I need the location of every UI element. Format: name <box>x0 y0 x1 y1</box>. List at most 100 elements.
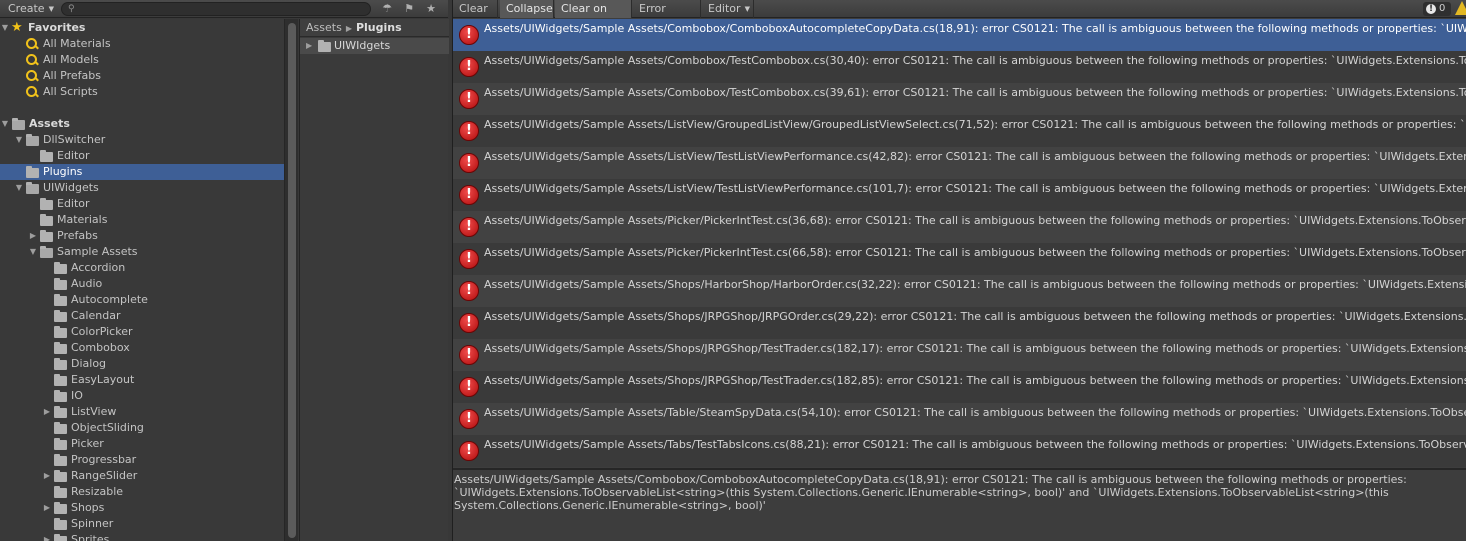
tree-item[interactable]: ▼ DllSwitcher <box>0 132 284 148</box>
error-count-toggle[interactable]: 0 <box>1423 2 1451 16</box>
tree-item[interactable]: Audio <box>0 276 284 292</box>
log-entry[interactable]: Assets/UIWidgets/Sample Assets/Tabs/Test… <box>453 435 1466 467</box>
folder-icon <box>54 486 67 498</box>
error-icon <box>459 57 479 77</box>
tree-item-label: Editor <box>57 197 90 210</box>
tree-scrollbar[interactable] <box>284 19 298 541</box>
clear-on-play-toggle[interactable]: Clear on Play <box>555 0 632 33</box>
tree-item[interactable]: Resizable <box>0 484 284 500</box>
tree-item[interactable]: IO <box>0 388 284 404</box>
tree-item[interactable]: Calendar <box>0 308 284 324</box>
log-entry-text: Assets/UIWidgets/Sample Assets/Shops/JRP… <box>484 342 1466 355</box>
log-entry-text: Assets/UIWidgets/Sample Assets/ListView/… <box>484 182 1466 195</box>
tree-item[interactable]: ▼ Sample Assets <box>0 244 284 260</box>
editor-dropdown[interactable]: Editor ▼ <box>702 0 754 18</box>
tree-item[interactable]: Editor <box>0 196 284 212</box>
tree-item[interactable]: Picker <box>0 436 284 452</box>
caret-right-icon[interactable]: ▶ <box>42 404 52 420</box>
tree-item[interactable]: ▶ Sprites <box>0 532 284 541</box>
tree-item[interactable]: All Scripts <box>0 84 284 100</box>
folder-icon <box>54 342 67 354</box>
tree-item[interactable]: Materials <box>0 212 284 228</box>
tree-item[interactable]: ▼ ★ Favorites <box>0 20 284 36</box>
collapse-label: Collapse <box>506 2 553 15</box>
log-entry[interactable]: Assets/UIWidgets/Sample Assets/Shops/JRP… <box>453 339 1466 371</box>
error-icon <box>459 281 479 301</box>
tree-item[interactable]: ColorPicker <box>0 324 284 340</box>
tree-item[interactable]: ▶ Prefabs <box>0 228 284 244</box>
caret-down-icon[interactable]: ▼ <box>28 244 38 260</box>
tree-item[interactable]: Editor <box>0 148 284 164</box>
project-folder-tree: ▼ ★ Favorites All Materials All Models All Pr… <box>0 19 284 541</box>
search-by-type-icon[interactable]: ☂ <box>378 1 396 17</box>
tree-scrollbar-thumb[interactable] <box>288 23 296 538</box>
log-entry[interactable]: Assets/UIWidgets/Sample Assets/Combobox/… <box>453 83 1466 115</box>
clear-button[interactable]: Clear <box>453 0 498 18</box>
log-entry[interactable]: Assets/UIWidgets/Sample Assets/Shops/JRP… <box>453 371 1466 403</box>
caret-right-icon[interactable]: ▶ <box>42 468 52 484</box>
tree-item[interactable]: Dialog <box>0 356 284 372</box>
caret-right-icon[interactable]: ▶ <box>42 532 52 541</box>
tree-item[interactable]: All Materials <box>0 36 284 52</box>
caret-down-icon[interactable]: ▼ <box>0 20 10 36</box>
project-search-input[interactable] <box>80 3 360 15</box>
tree-item-label: Picker <box>71 437 104 450</box>
tree-item[interactable]: Combobox <box>0 340 284 356</box>
package-folder-icon <box>318 40 331 52</box>
saved-search-icon <box>26 86 37 97</box>
tree-item[interactable]: ▶ RangeSlider <box>0 468 284 484</box>
tree-item[interactable]: Autocomplete <box>0 292 284 308</box>
log-entry[interactable]: Assets/UIWidgets/Sample Assets/Combobox/… <box>453 19 1466 51</box>
caret-right-icon[interactable]: ▶ <box>306 38 312 54</box>
tree-item[interactable]: EasyLayout <box>0 372 284 388</box>
log-entry-text: Assets/UIWidgets/Sample Assets/Shops/JRP… <box>484 310 1466 323</box>
log-detail-pane[interactable]: Assets/UIWidgets/Sample Assets/Combobox/… <box>453 468 1466 541</box>
caret-right-icon[interactable]: ▶ <box>28 228 38 244</box>
log-entry[interactable]: Assets/UIWidgets/Sample Assets/Table/Ste… <box>453 403 1466 435</box>
log-entry-text: Assets/UIWidgets/Sample Assets/ListView/… <box>484 118 1466 131</box>
tree-item[interactable]: All Models <box>0 52 284 68</box>
tree-item-label: DllSwitcher <box>43 133 106 146</box>
log-entry[interactable]: Assets/UIWidgets/Sample Assets/ListView/… <box>453 179 1466 211</box>
tree-item[interactable]: Progressbar <box>0 452 284 468</box>
project-search-box[interactable]: ⚲ <box>61 2 371 16</box>
tree-item[interactable]: Plugins <box>0 164 284 180</box>
log-entry[interactable]: Assets/UIWidgets/Sample Assets/ListView/… <box>453 115 1466 147</box>
create-dropdown[interactable]: Create ▼ <box>2 0 60 17</box>
log-entry[interactable]: Assets/UIWidgets/Sample Assets/ListView/… <box>453 147 1466 179</box>
tree-item[interactable]: All Prefabs <box>0 68 284 84</box>
log-entry[interactable]: Assets/UIWidgets/Sample Assets/Shops/JRP… <box>453 307 1466 339</box>
tree-item[interactable]: ▼ UIWidgets <box>0 180 284 196</box>
caret-down-icon[interactable]: ▼ <box>14 132 24 148</box>
caret-down-icon[interactable]: ▼ <box>14 180 24 196</box>
log-entry[interactable]: Assets/UIWidgets/Sample Assets/Picker/Pi… <box>453 243 1466 275</box>
log-entry[interactable]: Assets/UIWidgets/Sample Assets/Shops/Har… <box>453 275 1466 307</box>
log-entry-text: Assets/UIWidgets/Sample Assets/Combobox/… <box>484 22 1466 35</box>
breadcrumb-current[interactable]: Plugins <box>356 21 402 34</box>
tree-item-label: All Prefabs <box>43 69 101 82</box>
breadcrumb-root[interactable]: Assets <box>306 21 342 34</box>
tree-item[interactable]: ▶ ListView <box>0 404 284 420</box>
tree-item-label: Assets <box>29 117 70 130</box>
log-entry[interactable]: Assets/UIWidgets/Sample Assets/Picker/Pi… <box>453 211 1466 243</box>
caret-down-icon[interactable]: ▼ <box>0 116 10 132</box>
unity-editor: Create ▼ ⚲ ☂ ⚑ ★ ▼ ★ Favorites All Materials… <box>0 0 1466 541</box>
favorite-star-icon[interactable]: ★ <box>422 1 440 17</box>
error-icon <box>459 441 479 461</box>
asset-item[interactable]: ▶ UIWIdgets <box>300 38 449 54</box>
caret-right-icon[interactable]: ▶ <box>42 500 52 516</box>
log-entry[interactable]: Assets/UIWidgets/Sample Assets/Combobox/… <box>453 51 1466 83</box>
tree-item[interactable]: ▼ Assets <box>0 116 284 132</box>
tree-item[interactable]: Accordion <box>0 260 284 276</box>
search-icon: ⚲ <box>68 4 75 14</box>
tree-item[interactable]: ObjectSliding <box>0 420 284 436</box>
tree-item[interactable]: Spinner <box>0 516 284 532</box>
search-by-label-icon[interactable]: ⚑ <box>400 1 418 17</box>
folder-icon <box>40 230 53 242</box>
tree-item[interactable]: ▶ Shops <box>0 500 284 516</box>
tree-item-label: Spinner <box>71 517 114 530</box>
tree-item-label: Plugins <box>43 165 83 178</box>
warning-icon[interactable] <box>1455 1 1466 15</box>
collapse-toggle[interactable]: Collapse <box>500 0 554 18</box>
error-pause-toggle[interactable]: Error Pause <box>633 0 701 33</box>
